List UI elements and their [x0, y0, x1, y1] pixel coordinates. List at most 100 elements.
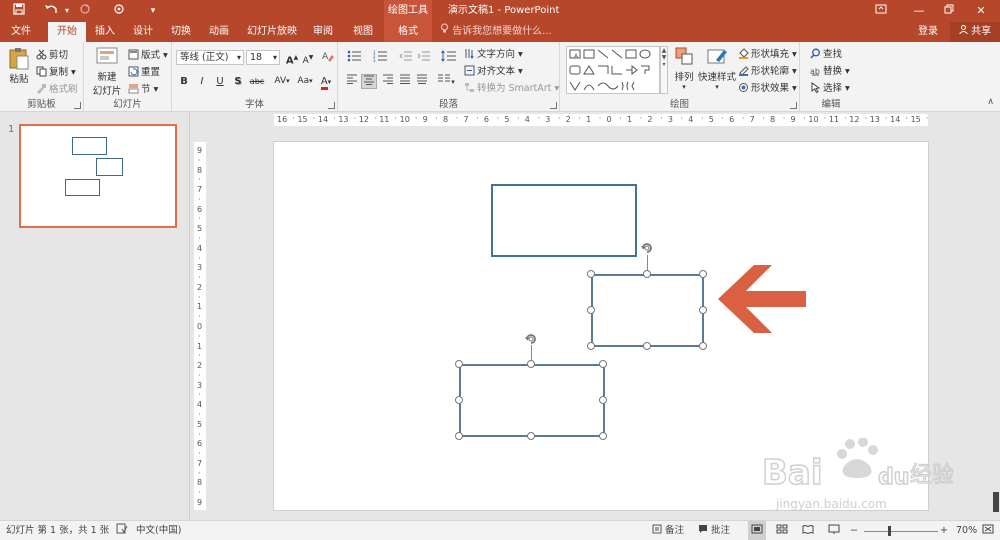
shapes-gallery-scroll[interactable]: ▲ ▼ ▾	[660, 46, 668, 94]
paragraph-launcher-icon[interactable]	[550, 102, 557, 109]
minimize-icon[interactable]: —	[904, 0, 934, 22]
tab-insert[interactable]: 插入	[88, 22, 122, 42]
underline-button[interactable]: U	[212, 74, 228, 89]
zoom-level[interactable]: 70%	[956, 521, 977, 540]
shapes-gallery[interactable]: A	[566, 46, 660, 94]
close-icon[interactable]: ✕	[966, 0, 996, 22]
align-text-button[interactable]: 对齐文本 ▾	[464, 63, 523, 77]
resize-handle[interactable]	[699, 306, 707, 314]
italic-button[interactable]: I	[194, 74, 210, 89]
zoom-in-button[interactable]: +	[940, 521, 948, 540]
find-button[interactable]: 查找	[810, 46, 842, 60]
tab-slideshow[interactable]: 幻灯片放映	[244, 22, 300, 42]
share-button[interactable]: 共享	[950, 22, 1000, 42]
zoom-slider-thumb[interactable]	[888, 526, 891, 536]
comments-button[interactable]: 批注	[698, 521, 730, 540]
cut-button[interactable]: 剪切	[36, 47, 68, 61]
shape-effects-button[interactable]: 形状效果 ▾	[738, 80, 797, 94]
decrease-indent-button[interactable]	[398, 50, 414, 65]
resize-handle[interactable]	[643, 270, 651, 278]
fit-to-window-icon[interactable]	[982, 521, 994, 540]
language-status[interactable]: 中文(中国)	[136, 521, 181, 540]
select-button[interactable]: 选择 ▾	[810, 80, 850, 94]
paste-button[interactable]: 粘贴	[6, 46, 32, 86]
normal-view-icon[interactable]	[748, 521, 766, 540]
reset-button[interactable]: 重置	[128, 64, 160, 78]
restore-icon[interactable]	[934, 0, 964, 22]
resize-handle[interactable]	[455, 432, 463, 440]
replace-button[interactable]: ab 替换 ▾	[810, 63, 850, 77]
rectangle-shape-2[interactable]	[591, 274, 704, 347]
slide-sorter-icon[interactable]	[776, 521, 788, 540]
resize-handle[interactable]	[699, 342, 707, 350]
undo-dropdown-icon[interactable]: ▾	[58, 2, 76, 20]
bold-button[interactable]: B	[176, 74, 192, 89]
touch-mode-icon[interactable]	[110, 2, 128, 20]
format-painter-button[interactable]: 格式刷	[36, 81, 78, 95]
bullets-button[interactable]	[344, 50, 366, 65]
tell-me-box[interactable]: 告诉我您想要做什么...	[440, 22, 552, 42]
font-color-button[interactable]: A▾	[316, 74, 336, 90]
spellcheck-icon[interactable]	[116, 521, 128, 540]
resize-handle[interactable]	[643, 342, 651, 350]
align-right-button[interactable]	[380, 74, 396, 89]
notes-button[interactable]: 备注	[652, 521, 684, 540]
resize-handle[interactable]	[455, 396, 463, 404]
copy-button[interactable]: 复制 ▾	[36, 64, 76, 78]
scrollbar-thumb[interactable]	[993, 492, 999, 512]
shrink-font-button[interactable]: A▼	[300, 50, 316, 66]
tab-design[interactable]: 设计	[126, 22, 160, 42]
resize-handle[interactable]	[587, 270, 595, 278]
tab-format[interactable]: 格式	[384, 22, 432, 42]
drawing-launcher-icon[interactable]	[790, 102, 797, 109]
clear-format-button[interactable]: A	[320, 50, 336, 65]
rectangle-shape-1[interactable]	[491, 184, 637, 257]
align-left-button[interactable]	[344, 74, 360, 89]
resize-handle[interactable]	[699, 270, 707, 278]
tab-file[interactable]: 文件	[4, 22, 38, 42]
ribbon-display-icon[interactable]	[866, 0, 896, 22]
resize-handle[interactable]	[527, 432, 535, 440]
shadow-button[interactable]: S	[230, 74, 246, 89]
distributed-button[interactable]	[414, 74, 430, 89]
resize-handle[interactable]	[599, 396, 607, 404]
rotate-handle-icon[interactable]	[639, 240, 655, 256]
strikethrough-button[interactable]: abc	[246, 74, 268, 89]
customize-icon[interactable]: ▾	[144, 2, 162, 20]
columns-button[interactable]: ▾	[434, 74, 458, 89]
change-case-button[interactable]: Aa▾	[294, 74, 316, 89]
resize-handle[interactable]	[455, 360, 463, 368]
rotate-handle-icon[interactable]	[523, 331, 539, 347]
resize-handle[interactable]	[587, 342, 595, 350]
resize-handle[interactable]	[599, 432, 607, 440]
tab-view[interactable]: 视图	[346, 22, 380, 42]
slide-thumbnail[interactable]	[19, 124, 177, 228]
collapse-ribbon-icon[interactable]: ∧	[987, 97, 994, 107]
font-size-combo[interactable]: 18 ▾	[246, 50, 280, 65]
char-spacing-button[interactable]: AV▾	[270, 74, 294, 89]
login-link[interactable]: 登录	[918, 22, 938, 42]
line-spacing-button[interactable]	[438, 50, 460, 65]
reading-view-icon[interactable]	[802, 521, 814, 540]
smartart-button[interactable]: 转换为 SmartArt ▾	[464, 80, 559, 94]
layout-button[interactable]: 版式 ▾	[128, 47, 168, 61]
increase-indent-button[interactable]	[416, 50, 432, 65]
redo-icon[interactable]	[76, 2, 94, 20]
tab-transitions[interactable]: 切换	[164, 22, 198, 42]
clipboard-launcher-icon[interactable]	[74, 102, 81, 109]
tab-home[interactable]: 开始	[48, 22, 86, 42]
zoom-out-button[interactable]: −	[850, 521, 858, 540]
resize-handle[interactable]	[587, 306, 595, 314]
rectangle-shape-3[interactable]	[459, 364, 605, 437]
shape-fill-button[interactable]: 形状填充 ▾	[738, 46, 797, 60]
quick-styles-button[interactable]: 快速样式 ▾	[698, 46, 736, 91]
zoom-slider[interactable]	[864, 521, 938, 540]
tab-review[interactable]: 审阅	[306, 22, 340, 42]
text-direction-button[interactable]: 文字方向 ▾	[464, 46, 523, 60]
align-center-button[interactable]	[361, 74, 377, 89]
arrange-button[interactable]: 排列 ▾	[672, 46, 696, 91]
font-launcher-icon[interactable]	[328, 102, 335, 109]
shape-outline-button[interactable]: 形状轮廓 ▾	[738, 63, 797, 77]
section-button[interactable]: 节 ▾	[128, 81, 158, 95]
font-name-combo[interactable]: 等线 (正文) ▾	[176, 50, 244, 65]
